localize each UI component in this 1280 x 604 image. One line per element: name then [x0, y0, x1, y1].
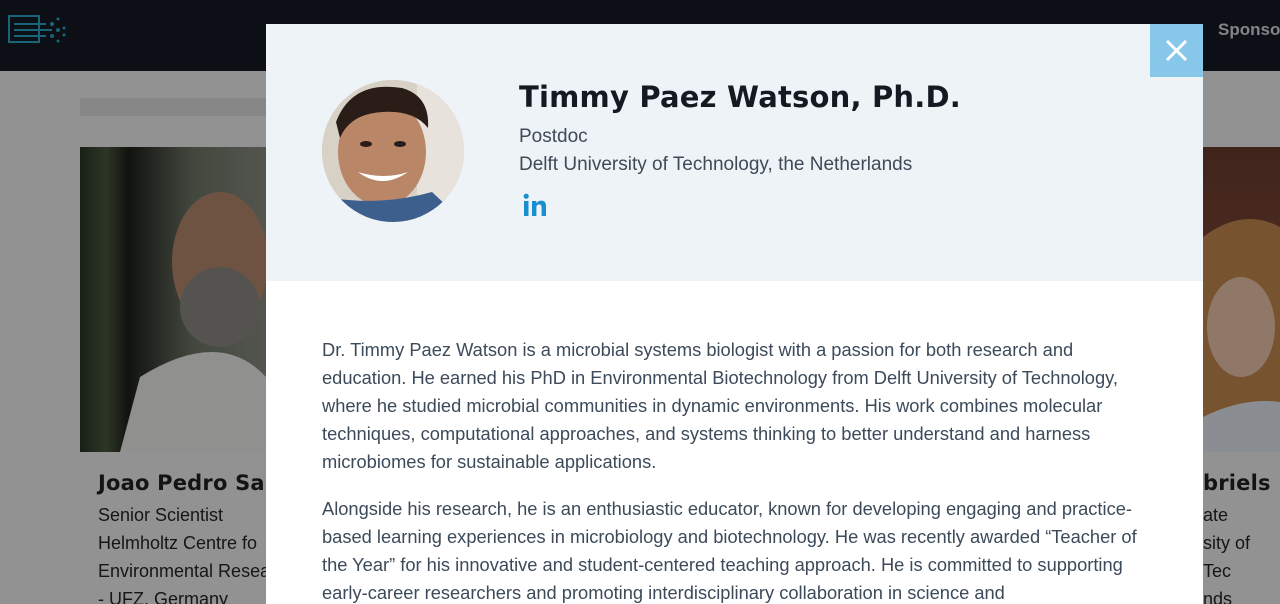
speaker-modal-role: Postdoc [519, 126, 588, 147]
speaker-modal-affiliation: Delft University of Technology, the Neth… [519, 154, 913, 175]
speaker-avatar [322, 80, 464, 222]
bio-paragraph: Dr. Timmy Paez Watson is a microbial sys… [322, 339, 1118, 472]
close-icon [1165, 39, 1188, 62]
bio-paragraph: Alongside his research, he is an enthusi… [322, 498, 1137, 603]
modal-header: Timmy Paez Watson, Ph.D. Postdoc Delft U… [266, 24, 1203, 281]
speaker-bio: Dr. Timmy Paez Watson is a microbial sys… [322, 336, 1152, 604]
speaker-modal-name: Timmy Paez Watson, Ph.D. [519, 80, 961, 114]
close-button[interactable] [1150, 24, 1203, 77]
linkedin-icon[interactable] [522, 192, 548, 218]
speaker-modal: Timmy Paez Watson, Ph.D. Postdoc Delft U… [266, 24, 1203, 604]
